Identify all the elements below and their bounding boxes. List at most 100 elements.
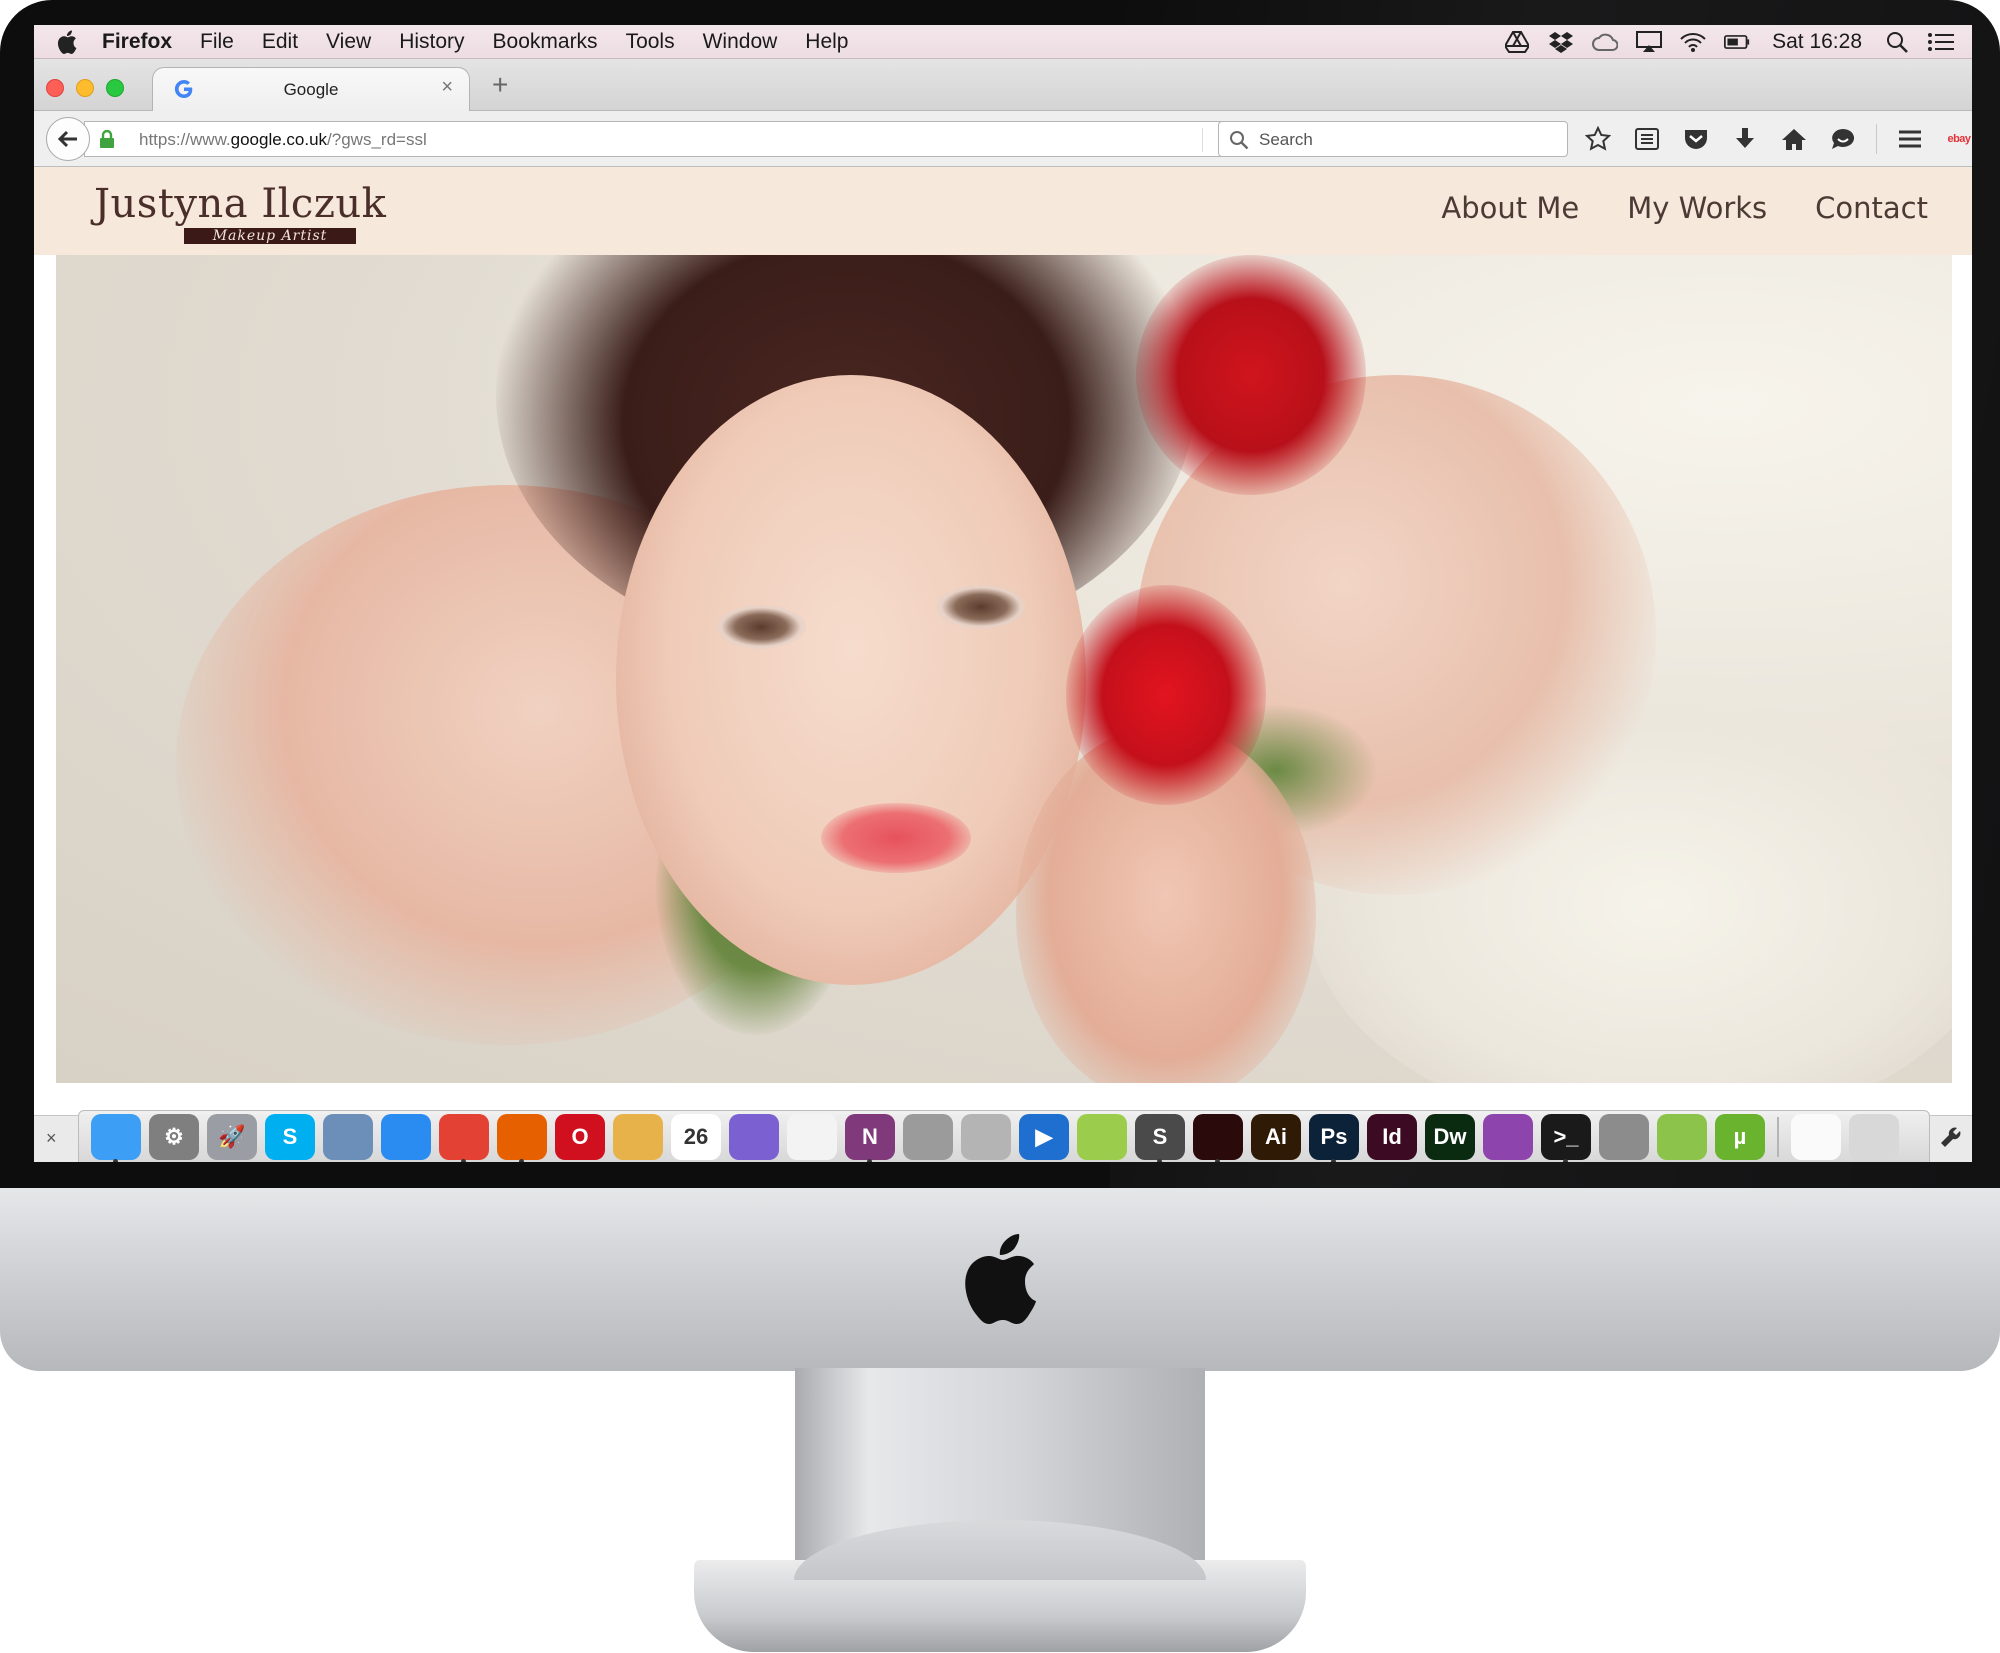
hello-chat-icon[interactable] xyxy=(1827,123,1859,155)
dock-sublime-icon[interactable]: S xyxy=(1135,1113,1185,1162)
lock-icon[interactable] xyxy=(99,130,115,148)
status-tray: Sat 16:28 xyxy=(1504,25,1954,59)
menubar-clock[interactable]: Sat 16:28 xyxy=(1772,30,1862,54)
site-logo-tagline: Makeup Artist xyxy=(184,228,356,244)
google-favicon-icon xyxy=(174,80,193,99)
site-nav: About Me My Works Contact xyxy=(1441,191,1928,225)
dock-onenote-icon[interactable]: N xyxy=(845,1113,895,1162)
dock-opera-icon[interactable]: O xyxy=(555,1113,605,1160)
menu-window[interactable]: Window xyxy=(703,30,778,54)
dropbox-icon[interactable] xyxy=(1548,31,1574,53)
dock-github-icon[interactable] xyxy=(1483,1113,1533,1160)
dock-document-icon[interactable] xyxy=(1791,1113,1841,1160)
dock-running-indicator xyxy=(1157,1158,1162,1162)
dock-calculator-icon[interactable] xyxy=(903,1113,953,1160)
dock-calendar-icon[interactable]: 26 xyxy=(671,1113,721,1160)
downloads-icon[interactable] xyxy=(1729,123,1761,155)
dock-acrobat-icon[interactable] xyxy=(1193,1113,1243,1162)
site-logo-name[interactable]: Justyna Ilczuk xyxy=(94,181,386,227)
ebay-icon[interactable]: ebay xyxy=(1943,123,1972,155)
dock-koala-icon[interactable] xyxy=(1599,1113,1649,1160)
dock-illustrator-icon[interactable]: Ai xyxy=(1251,1113,1301,1160)
dock-separator xyxy=(1777,1116,1779,1157)
nav-my-works[interactable]: My Works xyxy=(1627,191,1767,225)
dock-trash-icon[interactable] xyxy=(1849,1113,1899,1160)
dock-safari-icon[interactable] xyxy=(381,1113,431,1160)
dock-running-indicator xyxy=(519,1158,524,1162)
menu-history[interactable]: History xyxy=(399,30,464,54)
dock-preview-icon[interactable] xyxy=(323,1113,373,1160)
dock-migration-icon[interactable] xyxy=(613,1113,663,1160)
ebay-label: ebay xyxy=(1947,133,1971,145)
window-zoom-button[interactable] xyxy=(106,79,124,97)
browser-tab-bar: Google × + xyxy=(34,59,1972,112)
dock-iphoto-icon[interactable] xyxy=(1077,1113,1127,1160)
new-tab-button[interactable]: + xyxy=(492,69,508,101)
spotlight-icon[interactable] xyxy=(1884,31,1910,53)
photo-face xyxy=(616,375,1086,985)
reading-list-icon[interactable] xyxy=(1631,123,1663,155)
dock-utorrent-icon[interactable]: µ xyxy=(1715,1113,1765,1160)
dock-photoshop-icon[interactable]: Ps xyxy=(1309,1113,1359,1162)
dock-system-preferences-icon[interactable]: ⚙ xyxy=(149,1113,199,1160)
imac-stand-base xyxy=(694,1520,1306,1652)
bookmark-star-icon[interactable] xyxy=(1582,123,1614,155)
menu-bookmarks[interactable]: Bookmarks xyxy=(493,30,598,54)
nav-contact[interactable]: Contact xyxy=(1815,191,1928,225)
menu-app-firefox[interactable]: Firefox xyxy=(102,30,172,54)
nav-about-me[interactable]: About Me xyxy=(1441,191,1579,225)
search-bar[interactable]: Search xyxy=(1218,121,1568,157)
menu-edit[interactable]: Edit xyxy=(262,30,298,54)
dock-running-indicator xyxy=(1563,1158,1568,1162)
screen: Firefox File Edit View History Bookmarks… xyxy=(34,25,1972,1162)
menu-tools[interactable]: Tools xyxy=(626,30,675,54)
menu-file[interactable]: File xyxy=(200,30,234,54)
dock-terminal-icon[interactable]: >_ xyxy=(1541,1113,1591,1162)
dock-close-icon[interactable]: × xyxy=(46,1128,57,1149)
dock-skype-icon[interactable]: S xyxy=(265,1113,315,1160)
search-placeholder: Search xyxy=(1259,130,1313,149)
dock-chrome-icon[interactable] xyxy=(439,1113,489,1162)
dock-indesign-icon[interactable]: Id xyxy=(1367,1113,1417,1160)
photo-rose-hair xyxy=(1136,255,1366,495)
url-bar[interactable]: https://www.google.co.uk/?gws_rd=ssl xyxy=(84,121,1254,157)
tab-google[interactable]: Google × xyxy=(152,67,470,112)
dock-launchpad-icon[interactable]: 🚀 xyxy=(207,1113,257,1160)
google-drive-icon[interactable] xyxy=(1504,31,1530,53)
dock-firefox-icon[interactable] xyxy=(497,1113,547,1162)
creative-cloud-icon[interactable] xyxy=(1592,31,1619,53)
dock-running-indicator xyxy=(1331,1158,1336,1162)
apple-menu-icon[interactable] xyxy=(52,29,82,55)
hero-photo xyxy=(56,255,1952,1083)
window-minimize-button[interactable] xyxy=(76,79,94,97)
menu-help[interactable]: Help xyxy=(805,30,848,54)
window-close-button[interactable] xyxy=(46,79,64,97)
menu-view[interactable]: View xyxy=(326,30,371,54)
dock-running-indicator xyxy=(461,1158,466,1162)
tab-close-icon[interactable]: × xyxy=(441,76,453,99)
dock-disk-utility-icon[interactable] xyxy=(961,1113,1011,1160)
dock-running-indicator xyxy=(867,1158,872,1162)
notification-center-icon[interactable] xyxy=(1928,31,1954,53)
macos-menubar: Firefox File Edit View History Bookmarks… xyxy=(34,25,1972,59)
home-icon[interactable] xyxy=(1778,123,1810,155)
dock-shelf: ⚙ 🚀 S O 26 N ▶ S Ai Ps Id Dw >_ µ xyxy=(78,1110,1930,1162)
photo-lips xyxy=(821,803,971,873)
search-icon xyxy=(1230,131,1249,150)
url-text[interactable]: https://www.google.co.uk/?gws_rd=ssl xyxy=(139,130,427,150)
photo-right-eye xyxy=(936,585,1026,629)
dock-dreamweaver-icon[interactable]: Dw xyxy=(1425,1113,1475,1160)
wifi-icon[interactable] xyxy=(1680,31,1706,53)
dock-spaces-icon[interactable] xyxy=(729,1113,779,1160)
browser-nav-bar: https://www.google.co.uk/?gws_rd=ssl Sea… xyxy=(34,111,1972,167)
pocket-icon[interactable] xyxy=(1680,123,1712,155)
wrench-icon[interactable] xyxy=(1940,1126,1962,1148)
dock-finder-icon[interactable] xyxy=(91,1113,141,1162)
menu-hamburger-icon[interactable] xyxy=(1894,123,1926,155)
dock-quicktime-icon[interactable]: ▶ xyxy=(1019,1113,1069,1160)
battery-icon[interactable] xyxy=(1724,31,1750,53)
back-button[interactable] xyxy=(46,117,90,161)
dock-textedit-icon[interactable] xyxy=(787,1113,837,1160)
airplay-icon[interactable] xyxy=(1636,31,1663,53)
dock-android-icon[interactable] xyxy=(1657,1113,1707,1160)
